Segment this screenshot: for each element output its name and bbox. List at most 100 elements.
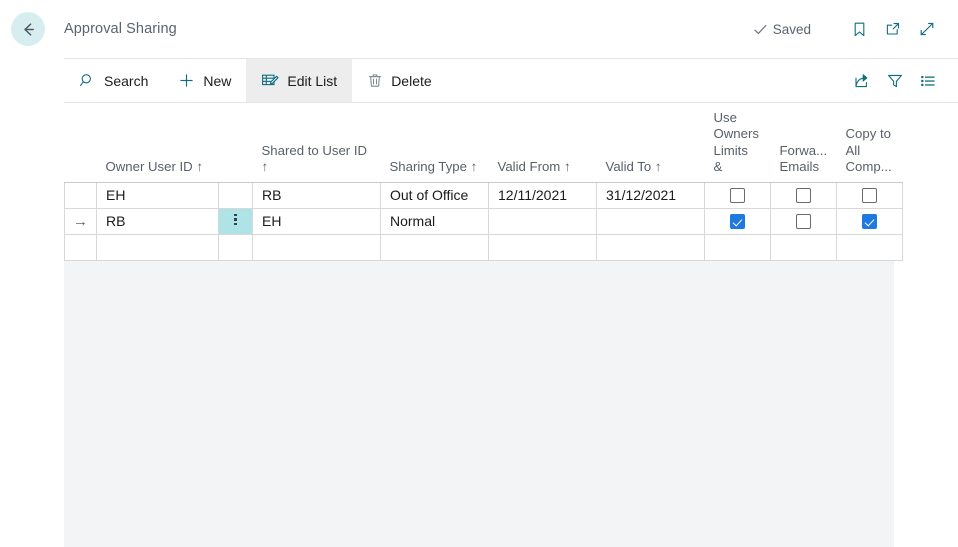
cell-forward-emails[interactable] [770,181,837,209]
checkbox-use-owners-limits[interactable] [730,214,745,230]
search-button[interactable]: Search [64,59,163,102]
row-indicator-cell[interactable]: → [64,207,97,235]
new-button[interactable]: New [163,59,246,102]
col-header-forward-emails[interactable]: Forwa... Emails [770,104,837,183]
app-window: Approval Sharing Saved Search New Edit L… [0,0,958,547]
cell-sharing-type[interactable] [380,233,489,261]
open-in-new-window-button[interactable] [876,12,910,46]
col-header-use-owners-limits-line1: Use [713,109,737,125]
share-icon [853,72,871,90]
list-options-button[interactable] [911,59,944,102]
cell-owner-user-id-value: EH [106,187,126,203]
grid-body: EH RB Out of Office 12/11/2021 31/12/2021 → RB… [64,181,903,261]
col-header-owner-user-id-label: Owner User ID ↑ [105,159,203,174]
cell-shared-to-user-id-value: RB [262,187,282,203]
cell-valid-to[interactable] [596,233,705,261]
col-header-valid-to[interactable]: Valid To ↑ [596,104,705,183]
command-bar: Search New Edit List Delete [64,58,958,103]
bookmark-icon [851,21,868,38]
cell-copy-to-all-comp[interactable] [836,181,903,209]
cell-owner-user-id-value: RB [106,213,126,229]
col-header-copy-to-all-comp[interactable]: Copy to All Comp... [836,104,903,183]
cell-copy-to-all-comp[interactable] [836,233,903,261]
checkmark-icon [753,22,768,37]
more-vertical-icon[interactable] [234,212,237,228]
cell-sharing-type[interactable]: Normal [380,207,489,235]
row-indicator-cell[interactable] [64,233,97,261]
grid-header-row: Owner User ID ↑ Shared to User ID ↑ Shar… [64,104,903,183]
approval-sharing-grid: Owner User ID ↑ Shared to User ID ↑ Shar… [64,104,903,261]
cell-copy-to-all-comp[interactable] [836,207,903,235]
page-title: Approval Sharing [64,21,177,37]
trash-icon [367,72,383,89]
cell-valid-from-value: 12/11/2021 [498,187,568,203]
search-icon [79,72,96,89]
col-header-sharing-type[interactable]: Sharing Type ↑ [380,104,489,183]
cell-forward-emails[interactable] [770,233,837,261]
cell-shared-to-user-id[interactable] [252,233,381,261]
checkbox-forward-emails[interactable] [796,188,811,204]
plus-icon [178,72,195,89]
back-button[interactable] [11,12,45,46]
row-indicator-cell[interactable] [64,181,97,209]
col-header-use-owners-limits[interactable]: Use Owners Limits & [704,104,771,183]
col-header-use-owners-limits-line3: Limits [713,142,748,158]
col-header-owner-user-id[interactable]: Owner User ID ↑ [96,104,219,183]
row-menu-cell[interactable] [218,181,253,209]
col-header-shared-to-user-id-line1: Shared to User ID [261,142,368,158]
col-header-forward-emails-line1: Forwa... [779,142,828,158]
share-button[interactable] [845,59,878,102]
checkbox-copy-to-all-comp[interactable] [862,214,877,230]
checkbox-use-owners-limits[interactable] [730,188,745,204]
open-in-new-window-icon [884,20,902,38]
col-header-valid-to-label: Valid To ↑ [605,159,662,174]
cell-valid-to[interactable] [596,207,705,235]
save-status-label: Saved [772,21,811,37]
cell-valid-from[interactable] [488,207,597,235]
row-menu-cell[interactable] [218,233,253,261]
cell-use-owners-limits[interactable] [704,233,771,261]
col-header-forward-emails-line2: Emails [779,159,820,174]
table-row[interactable]: → RB EH Normal [64,207,903,235]
filter-button[interactable] [878,59,911,102]
cell-valid-to[interactable]: 31/12/2021 [596,181,705,209]
edit-list-button[interactable]: Edit List [246,59,353,102]
list-options-icon [919,72,937,90]
cell-valid-from[interactable]: 12/11/2021 [488,181,597,209]
cell-shared-to-user-id[interactable]: RB [252,181,381,209]
table-row[interactable]: EH RB Out of Office 12/11/2021 31/12/2021 [64,181,903,209]
cell-shared-to-user-id-value: EH [262,213,282,229]
delete-button[interactable]: Delete [352,59,446,102]
expand-icon [918,20,936,38]
cell-shared-to-user-id[interactable]: EH [252,207,381,235]
cell-owner-user-id[interactable]: RB [96,207,219,235]
edit-list-button-label: Edit List [287,72,338,89]
header-actions: Saved [753,12,958,46]
col-header-use-owners-limits-line2: Owners [713,126,759,141]
cell-valid-to-value: 31/12/2021 [606,187,677,203]
col-header-valid-from-label: Valid From ↑ [497,159,571,174]
search-button-label: Search [104,72,149,89]
expand-button[interactable] [910,12,944,46]
table-row[interactable] [64,233,903,261]
cell-sharing-type-value: Normal [390,213,436,229]
col-header-indicator [64,104,97,183]
col-header-use-owners-limits-line4: & [713,159,723,174]
bookmark-button[interactable] [842,12,876,46]
col-header-valid-from[interactable]: Valid From ↑ [488,104,597,183]
cell-valid-from[interactable] [488,233,597,261]
checkbox-forward-emails[interactable] [796,214,811,230]
cell-use-owners-limits[interactable] [704,181,771,209]
checkbox-copy-to-all-comp[interactable] [862,188,877,204]
cell-owner-user-id[interactable]: EH [96,181,219,209]
filter-icon [886,72,904,90]
cell-use-owners-limits[interactable] [704,207,771,235]
list-grid-container: Owner User ID ↑ Shared to User ID ↑ Shar… [64,104,903,547]
new-button-label: New [203,72,232,89]
col-header-sharing-type-label: Sharing Type ↑ [389,159,478,174]
col-header-shared-to-user-id[interactable]: Shared to User ID ↑ [252,104,381,183]
cell-forward-emails[interactable] [770,207,837,235]
row-menu-cell[interactable] [218,207,253,235]
cell-owner-user-id[interactable] [96,233,219,261]
cell-sharing-type[interactable]: Out of Office [380,181,489,209]
